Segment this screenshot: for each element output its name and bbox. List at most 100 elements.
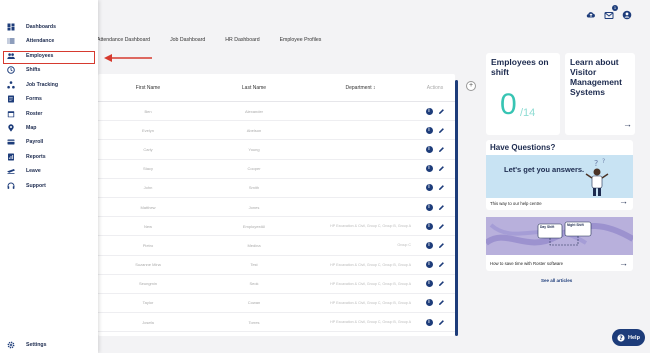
cell-first-name: Suzanne Mina bbox=[135, 262, 161, 268]
sidebar-item-label: Support bbox=[26, 183, 46, 189]
row-actions: i bbox=[415, 261, 455, 269]
info-icon[interactable]: i bbox=[425, 165, 433, 173]
notification-badge: 1 bbox=[612, 5, 618, 11]
edit-pencil-icon[interactable] bbox=[438, 319, 445, 326]
employees-on-shift-card[interactable]: Employees on shift 0 /14 bbox=[486, 53, 560, 135]
cell-last-name: EmployeeAll bbox=[242, 223, 266, 229]
sidebar-item-settings[interactable]: Settings bbox=[0, 339, 96, 351]
info-icon[interactable]: i bbox=[425, 222, 433, 230]
sidebar-item-payroll[interactable]: Payroll bbox=[0, 136, 96, 148]
info-icon[interactable]: i bbox=[425, 145, 433, 153]
sidebar-item-reports[interactable]: Reports bbox=[0, 151, 96, 163]
header-last-name[interactable]: Last Name bbox=[198, 85, 310, 91]
roster-article-card[interactable]: Day Shift Night Shift How to save time w… bbox=[486, 217, 633, 271]
tab-job-dashboard[interactable]: Job Dashboard bbox=[170, 37, 205, 43]
table-row[interactable]: Josefa Torres HP Excavation & Civil, Group… bbox=[98, 313, 455, 333]
table-row[interactable]: Carly Young i bbox=[98, 140, 455, 160]
table-row[interactable]: John Smith i bbox=[98, 179, 455, 198]
cell-first-name: Ben bbox=[144, 108, 152, 114]
sidebar-item-leave[interactable]: Leave bbox=[0, 165, 96, 177]
table-row[interactable]: Taylor Cowan HP Excavation & Civil, Group … bbox=[98, 294, 455, 314]
table-row[interactable]: Seungmin Seok HP Excavation & Civil, Group… bbox=[98, 275, 455, 294]
sidebar-item-label: Payroll bbox=[26, 139, 44, 145]
info-icon[interactable]: i bbox=[425, 299, 433, 307]
info-icon[interactable]: i bbox=[425, 107, 433, 115]
edit-pencil-icon[interactable] bbox=[438, 280, 445, 287]
table-row[interactable]: Stacy Cooper i bbox=[98, 160, 455, 179]
edit-pencil-icon[interactable] bbox=[438, 184, 445, 191]
edit-pencil-icon[interactable] bbox=[438, 223, 445, 230]
cell-last-name: Torres bbox=[248, 319, 260, 325]
info-icon[interactable]: i bbox=[425, 280, 433, 288]
table-scrollbar[interactable] bbox=[455, 80, 458, 336]
svg-text:?: ? bbox=[594, 159, 598, 168]
sidebar-item-roster[interactable]: Roster bbox=[0, 108, 96, 120]
employees-highlight-box bbox=[3, 51, 95, 64]
arrow-right-icon[interactable]: → bbox=[623, 120, 632, 129]
account-icon[interactable] bbox=[622, 10, 632, 20]
info-icon[interactable]: i bbox=[425, 184, 433, 192]
sidebar-item-shifts[interactable]: Shifts bbox=[0, 64, 96, 76]
edit-pencil-icon[interactable] bbox=[438, 146, 445, 153]
sidebar-item-map[interactable]: Map bbox=[0, 122, 96, 134]
edit-pencil-icon[interactable] bbox=[438, 165, 445, 172]
table-row[interactable]: Pietro Medina Group C i bbox=[98, 236, 455, 256]
row-actions: i bbox=[415, 222, 455, 230]
header-department[interactable]: Department ↕ bbox=[310, 85, 415, 91]
info-icon[interactable]: i bbox=[425, 126, 433, 134]
mail-icon[interactable]: 1 bbox=[604, 5, 618, 20]
top-icons: 1 bbox=[586, 5, 632, 20]
table-header: First Name Last Name Department ↕ Action… bbox=[98, 74, 455, 102]
cell-last-name: Seok bbox=[249, 281, 259, 287]
cell-department: Group C bbox=[397, 243, 411, 248]
help-button[interactable]: ? Help bbox=[612, 329, 645, 346]
add-widget-button[interactable]: + bbox=[466, 81, 476, 91]
arrow-right-icon[interactable]: → bbox=[619, 259, 628, 268]
sidebar-item-attendance[interactable]: Attendance bbox=[0, 35, 96, 47]
info-icon[interactable]: i bbox=[425, 261, 433, 269]
sidebar-item-label: Roster bbox=[26, 111, 43, 117]
edit-pencil-icon[interactable] bbox=[438, 261, 445, 268]
header-first-name[interactable]: First Name bbox=[98, 85, 198, 91]
edit-pencil-icon[interactable] bbox=[438, 299, 445, 306]
info-icon[interactable]: i bbox=[425, 318, 433, 326]
visitor-management-card[interactable]: Learn about Visitor Management Systems → bbox=[565, 53, 635, 135]
tab-hr-dashboard[interactable]: HR Dashboard bbox=[225, 37, 259, 43]
sidebar-item-label: Forms bbox=[26, 96, 42, 102]
sidebar-item-support[interactable]: Support bbox=[0, 180, 96, 192]
questions-title: Have Questions? bbox=[490, 143, 556, 152]
edit-pencil-icon[interactable] bbox=[438, 127, 445, 134]
edit-pencil-icon[interactable] bbox=[438, 204, 445, 211]
day-shift-label: Day Shift bbox=[540, 225, 555, 229]
form-icon bbox=[7, 95, 15, 103]
visitor-card-title: Learn about Visitor Management Systems bbox=[570, 57, 622, 97]
table-row[interactable]: Suzanne Mina Test HP Excavation & Civil, G… bbox=[98, 256, 455, 275]
cell-last-name: Medina bbox=[247, 242, 261, 248]
edit-pencil-icon[interactable] bbox=[438, 242, 445, 249]
info-icon[interactable]: i bbox=[425, 241, 433, 249]
table-row[interactable]: Matthew Jones i bbox=[98, 198, 455, 218]
reports-icon bbox=[7, 153, 15, 161]
tab-employee-profiles[interactable]: Employee Profiles bbox=[280, 37, 322, 43]
edit-pencil-icon[interactable] bbox=[438, 108, 445, 115]
sidebar-item-dashboards[interactable]: Dashboards bbox=[0, 21, 96, 33]
sidebar-item-job-tracking[interactable]: Job Tracking bbox=[0, 79, 96, 91]
cloud-upload-icon[interactable] bbox=[586, 10, 596, 20]
have-questions-card[interactable]: Have Questions? Let's get you answers. ?… bbox=[486, 140, 633, 210]
sidebar-item-forms[interactable]: Forms bbox=[0, 93, 96, 105]
cell-department: HP Excavation & Civil, Group C, Group B,… bbox=[330, 320, 411, 325]
tab-attendance-dashboard[interactable]: Attendance Dashboard bbox=[97, 37, 150, 43]
help-centre-link[interactable]: This way to our help centre bbox=[490, 201, 542, 206]
arrow-right-icon[interactable]: → bbox=[619, 197, 628, 206]
roster-illustration-icon bbox=[486, 221, 633, 246]
see-all-articles-link[interactable]: See all articles bbox=[541, 278, 572, 283]
info-icon[interactable]: i bbox=[425, 203, 433, 211]
table-row[interactable]: New EmployeeAll HP Excavation & Civil, Gro… bbox=[98, 217, 455, 237]
roster-article-link[interactable]: How to save time with Roster software bbox=[490, 261, 563, 266]
employee-table: First Name Last Name Department ↕ Action… bbox=[98, 74, 455, 336]
table-row[interactable]: Ben Alexander i bbox=[98, 102, 455, 122]
help-banner-text: Let's get you answers. bbox=[504, 165, 585, 174]
table-row[interactable]: Evelyn Abelson i bbox=[98, 121, 455, 141]
svg-text:?: ? bbox=[619, 335, 623, 342]
help-icon: ? bbox=[617, 333, 625, 342]
